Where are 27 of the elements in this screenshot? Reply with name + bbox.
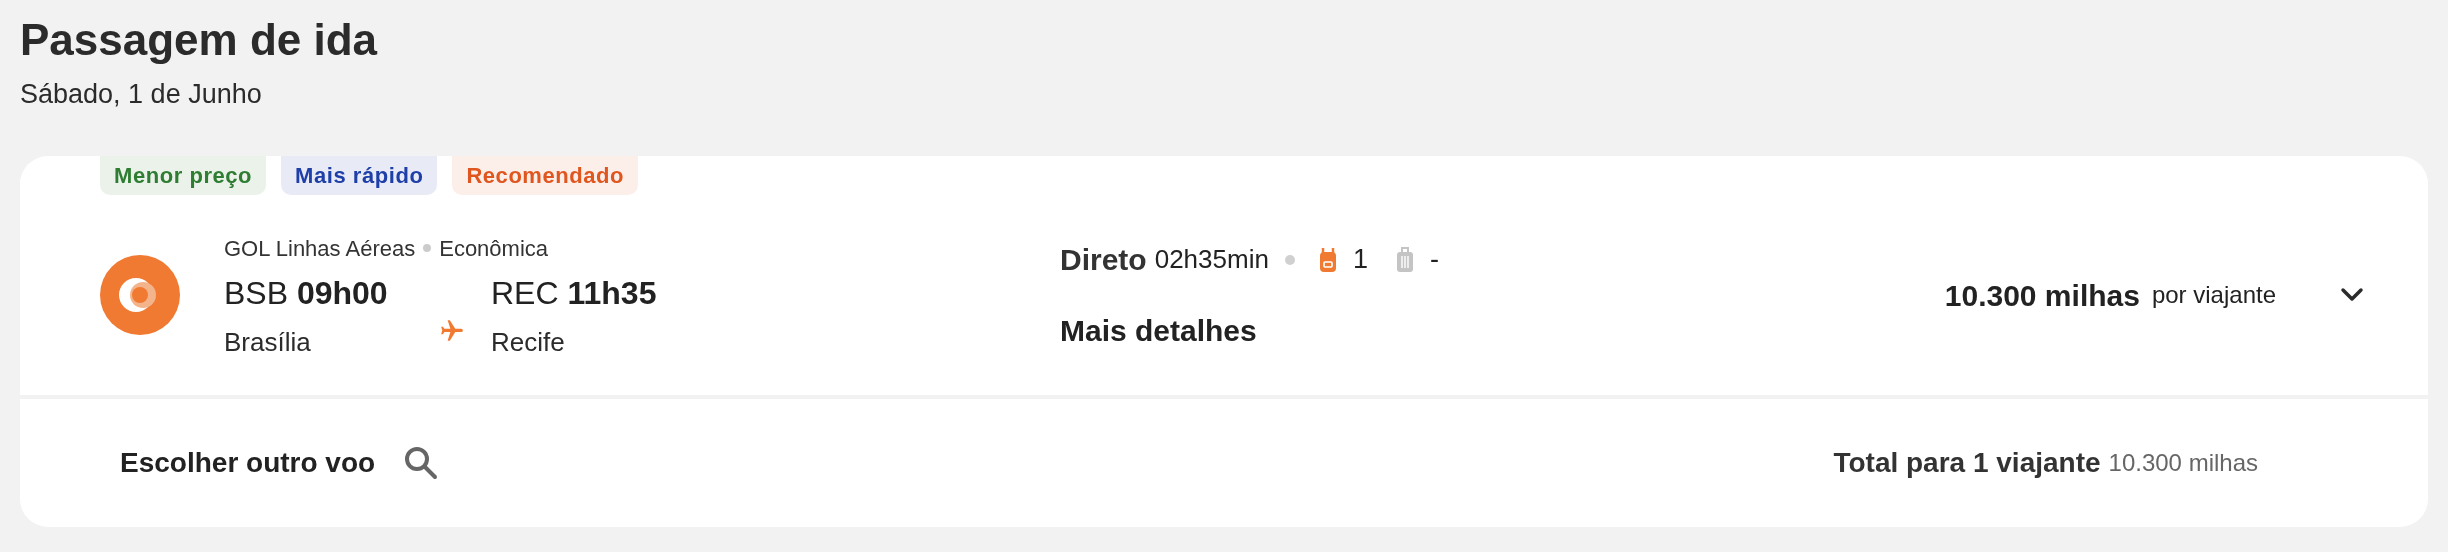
choose-other-flight-link[interactable]: Escolher outro voo [120,442,376,484]
price: 10.300 milhas [1944,277,2140,314]
date-text: Sábado, 1 de Junho [20,78,263,111]
price-note: por viajante [2151,280,2276,310]
more-details-link[interactable]: Mais detalhes [1060,308,1439,353]
chevron-icon [2340,287,2364,303]
bag-count: - [1429,243,1439,277]
departure-code: BSB [224,274,289,311]
arrival-city: Recife [491,325,566,359]
cabin-class: Econômica [439,234,549,263]
arrival-time: 11h35 [567,274,657,311]
tag: Mais rápido [281,156,438,195]
tag: Menor preço [100,156,267,195]
search-icon[interactable] [403,445,440,481]
arrival-code: REC [491,274,559,311]
departure-city: Brasília [224,325,312,359]
tag: Recomendado [452,156,638,195]
airline-name: GOL Linhas Aéreas [224,234,416,263]
bag-count: 1 [1352,243,1368,277]
plane-icon [439,317,465,344]
stops-label: Direto [1060,242,1147,278]
total-value: 10.300 milhas [2108,448,2258,478]
flight-duration: 02h35min [1154,243,1269,276]
total-label: Total para 1 viajante [1833,446,2101,480]
departure-time: 09h00 [296,274,388,311]
airline-logo-icon [100,255,180,335]
page-title: Passagem de ida [20,14,379,66]
